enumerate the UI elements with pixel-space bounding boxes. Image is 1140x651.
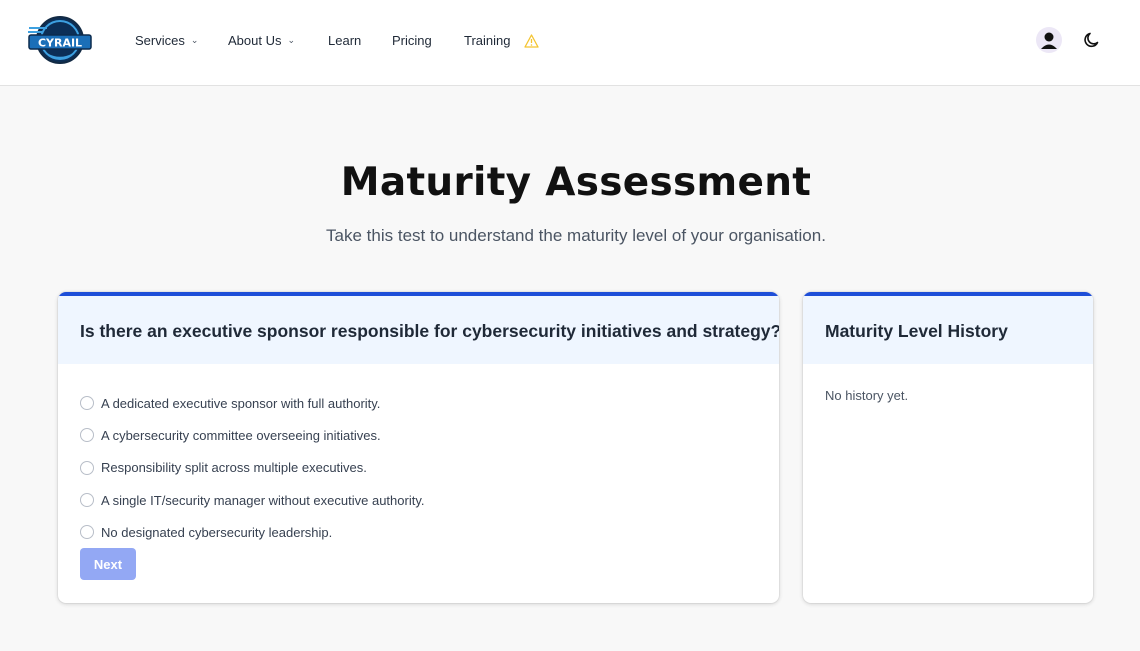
user-avatar-icon[interactable] bbox=[1036, 27, 1062, 53]
top-navbar: CYRAIL Services ⌄ About Us ⌄ Learn Prici… bbox=[0, 0, 1140, 86]
answer-option-label: Responsibility split across multiple exe… bbox=[101, 460, 367, 476]
history-empty-text: No history yet. bbox=[825, 388, 909, 403]
history-title: Maturity Level History bbox=[803, 296, 1093, 364]
page-title: Maturity Assessment bbox=[340, 160, 812, 205]
answer-options: A dedicated executive sponsor with full … bbox=[80, 387, 424, 548]
chevron-down-icon: ⌄ bbox=[287, 35, 296, 45]
warning-icon bbox=[524, 33, 540, 48]
nav-training-label: Training bbox=[464, 33, 511, 48]
answer-option[interactable]: No designated cybersecurity leadership. bbox=[80, 516, 424, 548]
next-button[interactable]: Next bbox=[80, 548, 136, 580]
moon-icon[interactable] bbox=[1082, 30, 1102, 50]
chevron-down-icon: ⌄ bbox=[190, 35, 199, 45]
answer-option[interactable]: A cybersecurity committee overseeing ini… bbox=[80, 419, 424, 451]
nav-training[interactable]: Training bbox=[464, 33, 540, 48]
radio-button[interactable] bbox=[80, 428, 94, 443]
radio-button[interactable] bbox=[80, 460, 94, 475]
cyrail-logo[interactable]: CYRAIL bbox=[27, 15, 93, 65]
logo-text: CYRAIL bbox=[38, 37, 82, 50]
nav-learn[interactable]: Learn bbox=[328, 33, 361, 48]
history-card: Maturity Level History No history yet. bbox=[803, 292, 1093, 603]
nav-about-us-label: About Us bbox=[228, 33, 282, 48]
page-subtitle: Take this test to understand the maturit… bbox=[326, 226, 826, 245]
radio-button[interactable] bbox=[80, 493, 94, 508]
answer-option[interactable]: A dedicated executive sponsor with full … bbox=[80, 387, 424, 419]
answer-option[interactable]: Responsibility split across multiple exe… bbox=[80, 452, 424, 484]
answer-option-label: No designated cybersecurity leadership. bbox=[101, 524, 333, 540]
answer-option-label: A dedicated executive sponsor with full … bbox=[101, 395, 381, 411]
radio-button[interactable] bbox=[80, 396, 94, 411]
question-text: Is there an executive sponsor responsibl… bbox=[58, 296, 779, 364]
answer-option[interactable]: A single IT/security manager without exe… bbox=[80, 484, 424, 516]
nav-learn-label: Learn bbox=[328, 33, 362, 48]
nav-services-label: Services bbox=[135, 33, 185, 48]
radio-button[interactable] bbox=[80, 525, 94, 540]
answer-option-label: A single IT/security manager without exe… bbox=[101, 492, 425, 508]
question-card: Is there an executive sponsor responsibl… bbox=[58, 292, 779, 603]
answer-option-label: A cybersecurity committee overseeing ini… bbox=[101, 427, 381, 443]
nav-services[interactable]: Services ⌄ bbox=[135, 33, 198, 48]
nav-pricing-label: Pricing bbox=[392, 33, 432, 48]
nav-about-us[interactable]: About Us ⌄ bbox=[228, 33, 295, 48]
nav-pricing[interactable]: Pricing bbox=[392, 33, 432, 48]
